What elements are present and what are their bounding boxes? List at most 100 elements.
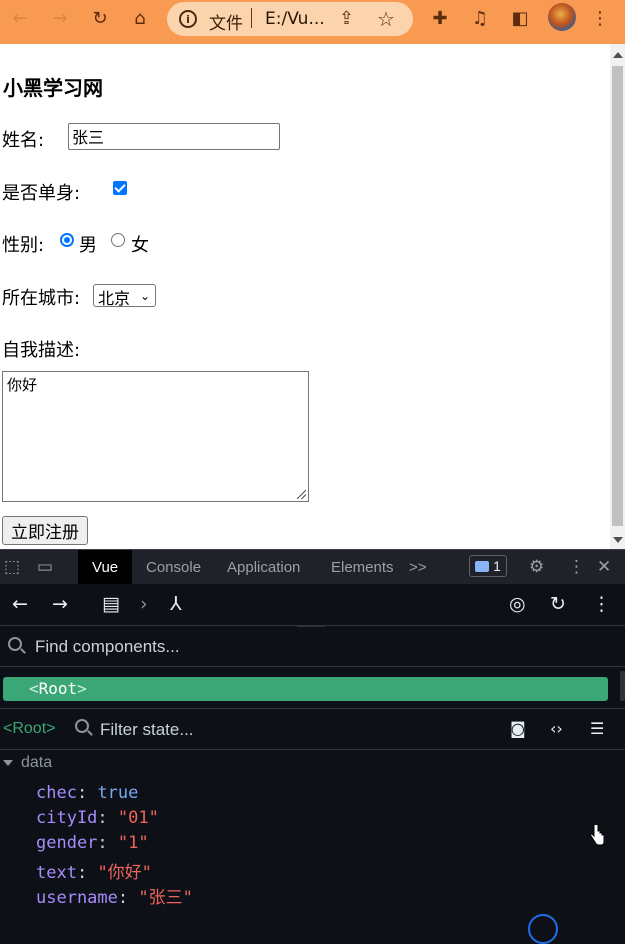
hand-cursor-icon xyxy=(590,825,604,846)
share-icon[interactable]: ⇪ xyxy=(339,8,354,29)
devtools-menu-icon[interactable]: ⋮ xyxy=(568,557,585,577)
forward-arrow-icon[interactable]: → xyxy=(46,6,74,30)
address-bar[interactable]: i 文件 E:/Vu... ⇪ ☆ xyxy=(167,2,413,36)
state-value: "01" xyxy=(117,808,159,828)
state-row[interactable]: gender: "1" xyxy=(36,833,149,853)
component-tree: <Root> xyxy=(0,667,625,709)
submit-button[interactable]: 立即注册 xyxy=(2,516,88,545)
state-key: gender xyxy=(36,833,98,853)
kebab-menu-icon[interactable]: ⋮ xyxy=(586,6,614,30)
side-panel-icon[interactable]: ◧ xyxy=(506,6,534,30)
description-textarea[interactable]: 你好 xyxy=(2,371,309,502)
description-value: 你好 xyxy=(7,376,38,394)
single-checkbox[interactable] xyxy=(113,181,127,195)
state-key: cityId xyxy=(36,808,98,828)
tab-vue[interactable]: Vue xyxy=(78,550,133,585)
issues-count: 1 xyxy=(493,558,501,574)
device-toolbar-icon[interactable]: ▭ xyxy=(37,557,53,577)
back-arrow-icon[interactable]: ← xyxy=(6,6,34,30)
state-colon: : xyxy=(97,833,118,853)
expand-triangle-icon xyxy=(3,759,13,766)
tree-open-bracket: < xyxy=(29,679,39,698)
component-tree-icon[interactable]: ⅄ xyxy=(170,593,182,615)
select-component-target-icon[interactable]: ◎ xyxy=(509,593,526,615)
filter-state-input[interactable]: Filter state... xyxy=(100,720,194,740)
scroll-down-icon[interactable] xyxy=(613,537,623,543)
settings-gear-icon[interactable]: ⚙ xyxy=(529,557,544,577)
gender-radio-male[interactable] xyxy=(60,233,74,247)
tab-application[interactable]: Application xyxy=(227,550,300,585)
gender-label: 性别: xyxy=(2,235,45,256)
tab-elements[interactable]: Elements xyxy=(331,550,394,585)
address-separator xyxy=(251,8,252,28)
city-select[interactable]: 北京 ⌄ xyxy=(93,284,156,308)
state-colon: : xyxy=(76,783,98,803)
find-components-row: Find components... xyxy=(0,627,625,667)
scheme-label: 文件 xyxy=(209,14,243,34)
single-label: 是否单身: xyxy=(2,183,81,204)
forward-arrow-icon[interactable]: → xyxy=(52,593,68,615)
gender-option-female: 女 xyxy=(131,235,149,256)
home-icon[interactable]: ⌂ xyxy=(126,6,154,30)
url-text[interactable]: E:/Vu... xyxy=(265,9,325,29)
refresh-icon[interactable]: ↻ xyxy=(550,593,566,615)
tree-close-bracket: > xyxy=(77,679,87,698)
state-key: chec xyxy=(36,783,77,803)
state-key: text xyxy=(36,863,77,883)
state-value: true xyxy=(97,783,139,803)
data-section-label: data xyxy=(21,754,53,771)
vue-toolbar: ← → ▤ › ⅄ ◎ ↻ ⋮ xyxy=(0,584,625,626)
description-label: 自我描述: xyxy=(2,340,81,361)
find-components-input[interactable]: Find components... xyxy=(35,637,180,657)
tree-item-root-label: Root xyxy=(38,679,78,698)
scroll-up-icon[interactable] xyxy=(613,52,623,58)
resize-grip-icon[interactable] xyxy=(297,490,306,499)
page-scrollbar[interactable] xyxy=(610,44,625,549)
media-queue-icon[interactable]: ♫ xyxy=(466,6,494,30)
tab-console[interactable]: Console xyxy=(146,550,201,585)
info-icon[interactable]: i xyxy=(179,10,197,28)
open-in-editor-icon[interactable]: ☰ xyxy=(590,719,604,738)
state-colon: : xyxy=(117,888,139,908)
chevron-down-icon: ⌄ xyxy=(139,289,150,303)
name-input[interactable]: 张三 xyxy=(68,123,280,150)
scrollbar-thumb[interactable] xyxy=(612,66,623,526)
state-value: "你好" xyxy=(97,863,152,883)
vue-menu-icon[interactable]: ⋮ xyxy=(592,593,611,615)
extensions-puzzle-icon[interactable]: ✚ xyxy=(426,6,454,30)
gender-radio-female[interactable] xyxy=(111,233,125,247)
state-row[interactable]: text: "你好" xyxy=(36,858,152,883)
browser-toolbar: ← → ↻ ⌂ i 文件 E:/Vu... ⇪ ☆ ✚ ♫ ◧ ⋮ xyxy=(0,0,625,44)
state-value: "张三" xyxy=(138,888,193,908)
search-icon xyxy=(8,637,22,651)
state-row[interactable]: chec: true xyxy=(36,783,138,803)
reload-icon[interactable]: ↻ xyxy=(86,6,114,30)
name-label: 姓名: xyxy=(2,130,45,151)
tree-scroll-edge[interactable] xyxy=(620,671,625,701)
selected-component-label: <Root> xyxy=(3,720,56,737)
issues-badge[interactable]: 1 xyxy=(469,555,507,577)
tree-item-root[interactable]: <Root> xyxy=(3,677,608,701)
back-arrow-icon[interactable]: ← xyxy=(12,593,28,615)
city-select-value: 北京 xyxy=(98,289,131,308)
message-icon xyxy=(475,560,490,572)
bookmark-star-icon[interactable]: ☆ xyxy=(377,7,395,31)
state-value: "1" xyxy=(117,833,149,853)
search-icon xyxy=(75,719,89,733)
code-icon[interactable]: ‹› xyxy=(550,719,563,738)
scroll-to-component-icon[interactable]: ◙ xyxy=(510,719,526,738)
close-icon[interactable]: ✕ xyxy=(597,557,611,577)
gender-option-male: 男 xyxy=(79,235,97,256)
inspect-element-icon[interactable]: ⬚ xyxy=(4,557,20,577)
state-key: username xyxy=(36,888,118,908)
more-tabs-button[interactable]: >> xyxy=(409,550,427,585)
page-viewport: 小黑学习网 姓名: 张三 是否单身: 性别: 男 女 所在城市: 北京 ⌄ 自我… xyxy=(0,44,610,549)
state-row[interactable]: username: "张三" xyxy=(36,883,193,908)
inspector-header: <Root> Filter state... ◙ ‹› ☰ xyxy=(0,709,625,750)
page-title: 小黑学习网 xyxy=(3,76,103,100)
profile-avatar[interactable] xyxy=(548,3,576,31)
state-inspector: data chec: true cityId: "01" gender: "1"… xyxy=(0,750,625,925)
data-section-header[interactable]: data xyxy=(3,754,52,772)
components-panel-icon[interactable]: ▤ xyxy=(102,593,120,615)
state-row[interactable]: cityId: "01" xyxy=(36,808,159,828)
